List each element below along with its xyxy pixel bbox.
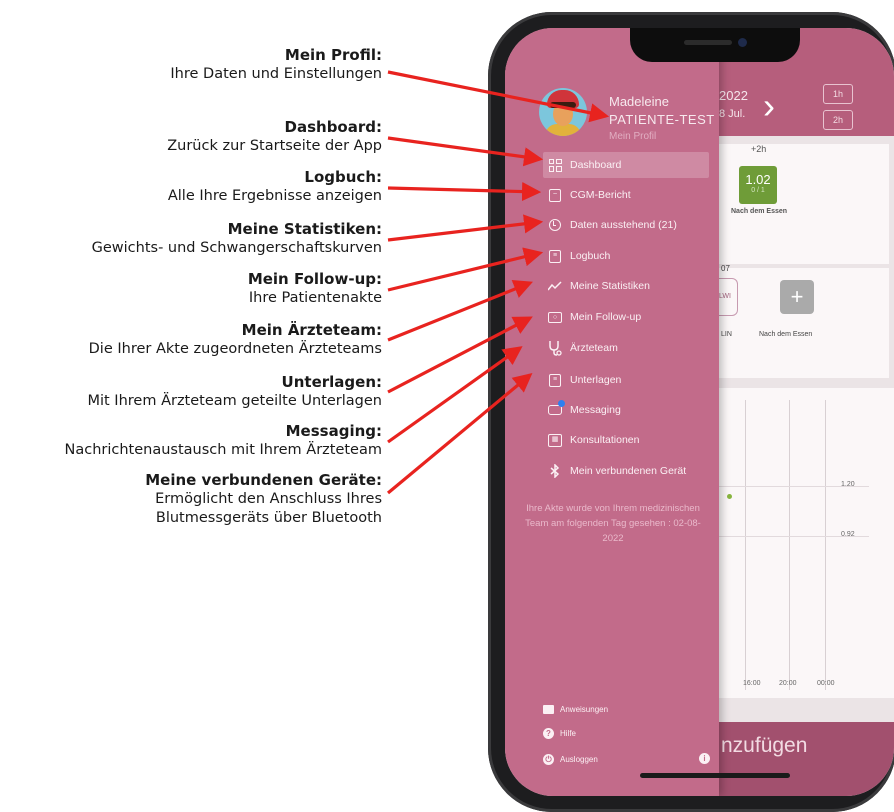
- document-icon: ≡: [547, 372, 563, 388]
- annotation-messaging: Messaging: Nachrichtenaustausch mit Ihre…: [64, 422, 383, 458]
- menu-item-unterlagen[interactable]: ≡ Unterlagen: [543, 367, 709, 393]
- menu-item-daten-ausstehend[interactable]: Daten ausstehend (21): [543, 212, 709, 238]
- last-seen-note: Ihre Akte wurde von Ihrem medizinischen …: [525, 503, 701, 544]
- menu-label: Konsultationen: [570, 434, 640, 446]
- annotation-followup: Mein Follow-up: Ihre Patientenakte: [247, 270, 382, 306]
- add-entry-icon[interactable]: +: [780, 280, 814, 314]
- add-button-label: nzufügen: [721, 734, 808, 757]
- navigation-drawer: Madeleine PATIENTE-TEST Mein Profil Dash…: [505, 28, 719, 796]
- power-icon: ⏻: [543, 754, 554, 765]
- calendar-icon: ▦: [547, 432, 563, 448]
- chart-gridline: [825, 400, 826, 690]
- time-offset: +2h: [751, 144, 767, 154]
- menu-item-logbuch[interactable]: ≡ Logbuch: [543, 243, 709, 269]
- annotation-logbuch: Logbuch: Alle Ihre Ergebnisse anzeigen: [167, 168, 382, 204]
- annotation-profil: Mein Profil: Ihre Daten und Einstellunge…: [170, 46, 382, 82]
- menu-label: Dashboard: [570, 159, 622, 171]
- footer-instructions[interactable]: Anweisungen: [543, 705, 608, 714]
- chart-x-label: 00:00: [817, 680, 835, 687]
- menu-item-statistiken[interactable]: Meine Statistiken: [543, 273, 709, 299]
- menu-label: CGM-Bericht: [570, 189, 631, 201]
- menu-label: Logbuch: [570, 250, 611, 262]
- menu-item-aerzteteam[interactable]: Ärzteteam: [543, 335, 709, 361]
- profile-first-name[interactable]: Madeleine: [609, 94, 669, 109]
- notification-dot: [558, 400, 565, 407]
- chevron-right-icon[interactable]: ›: [763, 88, 775, 124]
- menu-label: Daten ausstehend (21): [570, 219, 677, 231]
- stethoscope-icon: [547, 340, 563, 356]
- profile-last-name[interactable]: PATIENTE-TEST: [609, 112, 715, 127]
- front-camera: [738, 38, 747, 47]
- annotation-unterlagen: Unterlagen: Mit Ihrem Ärzteteam geteilte…: [87, 373, 382, 409]
- camera-icon: ○: [547, 309, 563, 325]
- chart-x-label: 20:00: [779, 680, 797, 687]
- glucose-card: [719, 144, 889, 264]
- menu-label: Unterlagen: [570, 374, 622, 386]
- chart-icon: [547, 278, 563, 294]
- annotation-dashboard: Dashboard: Zurück zur Startseite der App: [167, 118, 382, 154]
- insulin-date: 07: [721, 264, 730, 273]
- time-filter-1h[interactable]: 1h: [823, 84, 853, 104]
- footer-logout[interactable]: ⏻ Ausloggen: [543, 754, 598, 765]
- header-date: 2022: [719, 88, 748, 103]
- insulin-label: LIN: [721, 331, 732, 338]
- footer-help[interactable]: ? Hilfe: [543, 728, 576, 739]
- menu-label: Mein Follow-up: [570, 311, 642, 323]
- message-icon: [547, 400, 565, 418]
- speaker-grill: [684, 40, 732, 45]
- glucose-sub: 0 / 1: [751, 187, 765, 194]
- chart-gridline: [745, 400, 746, 690]
- report-icon: ~: [547, 187, 563, 203]
- menu-item-cgm-bericht[interactable]: ~ CGM-Bericht: [543, 182, 709, 208]
- grid-icon: [547, 157, 563, 173]
- time-filter-2h[interactable]: 2h: [823, 110, 853, 130]
- bluetooth-icon: [547, 463, 563, 479]
- clock-icon: [547, 217, 563, 233]
- logbook-icon: ≡: [547, 248, 563, 264]
- menu-label: Mein verbundenen Gerät: [570, 465, 687, 477]
- home-indicator[interactable]: [640, 773, 790, 778]
- menu-item-dashboard[interactable]: Dashboard: [543, 152, 709, 178]
- menu-item-follow-up[interactable]: ○ Mein Follow-up: [543, 304, 709, 330]
- phone-notch: [630, 28, 800, 62]
- insulin-tile[interactable]: LWI: [719, 278, 738, 316]
- annotation-geraete: Meine verbundenen Geräte: Ermöglicht den…: [145, 471, 382, 526]
- info-icon[interactable]: i: [699, 753, 710, 764]
- help-icon: ?: [543, 728, 554, 739]
- menu-item-konsultationen[interactable]: ▦ Konsultationen: [543, 427, 709, 453]
- phone-screen: 2022 8 Jul. › 1h 2h +2h 1.02 0 / 1 Nach …: [505, 28, 894, 796]
- header-date-sub: 8 Jul.: [719, 108, 746, 120]
- chart-y-label: 0.92: [841, 531, 855, 538]
- chart-y-label: 1.20: [841, 481, 855, 488]
- avatar[interactable]: [539, 88, 587, 136]
- profile-link[interactable]: Mein Profil: [609, 131, 656, 142]
- glucose-value: 1.02: [745, 172, 771, 187]
- menu-item-geraete[interactable]: Mein verbundenen Gerät: [543, 458, 709, 484]
- book-icon: [543, 705, 554, 714]
- menu-label: Messaging: [570, 404, 621, 416]
- menu-label: Meine Statistiken: [570, 280, 650, 292]
- chart-x-label: 16:00: [743, 680, 761, 687]
- glucose-tile[interactable]: 1.02 0 / 1: [739, 166, 777, 204]
- annotation-statistiken: Meine Statistiken: Gewichts- und Schwang…: [91, 220, 382, 256]
- after-meal-label: Nach dem Essen: [731, 208, 788, 215]
- chart-point: [727, 494, 732, 499]
- after-meal-label-2: Nach dem Essen: [759, 331, 813, 338]
- annotation-aerzteteam: Mein Ärzteteam: Die Ihrer Akte zugeordne…: [88, 321, 382, 357]
- menu-item-messaging[interactable]: Messaging: [543, 397, 709, 423]
- menu-label: Ärzteteam: [570, 342, 618, 354]
- chart-gridline: [789, 400, 790, 690]
